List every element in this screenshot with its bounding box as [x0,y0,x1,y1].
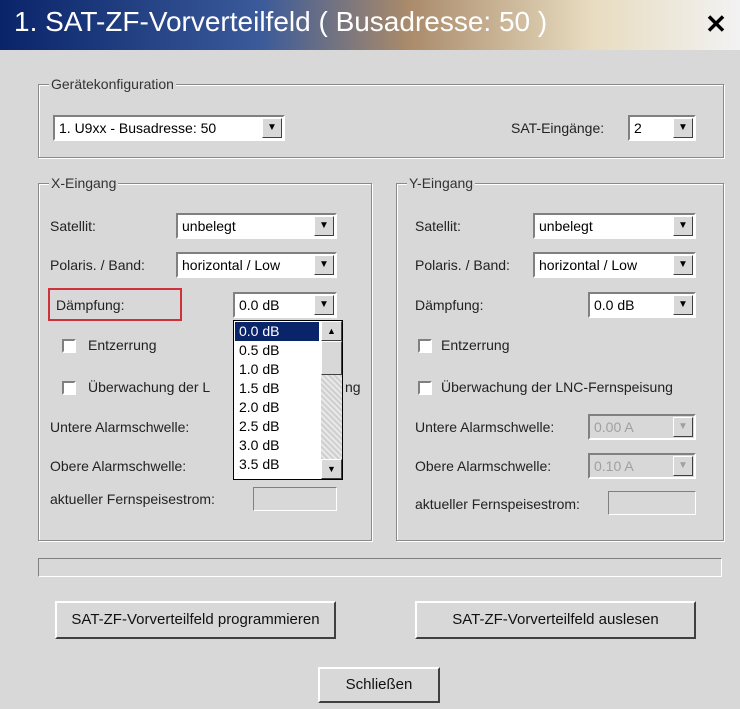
x-satellit-label: Satellit: [50,218,96,234]
y-obere-value: 0.10 A [594,458,634,474]
chevron-down-icon[interactable]: ▼ [673,255,693,275]
close-button[interactable]: Schließen [318,667,440,703]
y-polaris-label: Polaris. / Band: [415,257,510,273]
group-legend: Y-Eingang [407,175,476,191]
y-polaris-value: horizontal / Low [539,257,638,273]
y-untere-select[interactable]: 0.00 A ▼ [588,414,696,440]
x-strom-field [253,487,337,511]
close-icon[interactable]: ✕ [702,10,730,38]
device-select[interactable]: 1. U9xx - Busadresse: 50 ▼ [53,115,285,141]
y-strom-field [608,491,696,515]
y-strom-label: aktueller Fernspeisestrom: [415,496,580,512]
y-obere-label: Obere Alarmschwelle: [415,458,552,474]
sat-eingaenge-select[interactable]: 2 ▼ [628,115,696,141]
read-button[interactable]: SAT-ZF-Vorverteilfeld auslesen [415,601,696,639]
chevron-down-icon[interactable]: ▼ [673,216,693,236]
dropdown-option[interactable]: 1.0 dB [235,360,319,379]
dropdown-option[interactable]: 2.5 dB [235,417,319,436]
device-select-value: 1. U9xx - Busadresse: 50 [59,120,217,136]
progress-bar [38,558,722,577]
x-satellit-value: unbelegt [182,218,236,234]
chevron-down-icon[interactable]: ▼ [314,255,334,275]
scrollbar-thumb[interactable] [321,341,342,375]
chevron-down-icon[interactable]: ▼ [673,417,693,437]
scroll-up-icon[interactable]: ▲ [321,321,342,341]
sat-eingaenge-value: 2 [634,120,642,136]
chevron-down-icon[interactable]: ▼ [673,118,693,138]
dropdown-scrollbar[interactable]: ▲ ▼ [321,321,342,479]
sat-eingaenge-label: SAT-Eingänge: [511,120,605,136]
dropdown-option[interactable]: 3.0 dB [235,436,319,455]
group-legend: X-Eingang [49,175,119,191]
x-polaris-select[interactable]: horizontal / Low ▼ [176,252,337,278]
dropdown-option[interactable]: 3.5 dB [235,455,319,474]
y-ueberwachung-label: Überwachung der LNC-Fernspeisung [441,379,673,395]
x-entzerrung-checkbox[interactable] [62,339,76,353]
y-satellit-label: Satellit: [415,218,461,234]
x-polaris-label: Polaris. / Band: [50,257,145,273]
chevron-down-icon[interactable]: ▼ [314,295,334,315]
dropdown-option[interactable]: 0.5 dB [235,341,319,360]
y-daempfung-value: 0.0 dB [594,297,635,313]
x-strom-label: aktueller Fernspeisestrom: [50,491,215,507]
program-button[interactable]: SAT-ZF-Vorverteilfeld programmieren [55,601,336,639]
x-obere-label: Obere Alarmschwelle: [50,458,187,474]
window-title: 1. SAT-ZF-Vorverteilfeld ( Busadresse: 5… [14,6,548,37]
x-ueberwachung-label: Überwachung der L [88,379,211,395]
daempfung-dropdown-list[interactable]: 0.0 dB 0.5 dB 1.0 dB 1.5 dB 2.0 dB 2.5 d… [233,320,343,480]
x-satellit-select[interactable]: unbelegt ▼ [176,213,337,239]
y-untere-value: 0.00 A [594,419,634,435]
y-polaris-select[interactable]: horizontal / Low ▼ [533,252,696,278]
chevron-down-icon[interactable]: ▼ [262,118,282,138]
y-daempfung-select[interactable]: 0.0 dB ▼ [588,292,696,318]
group-legend: Gerätekonfiguration [49,76,176,92]
title-bar[interactable]: 1. SAT-ZF-Vorverteilfeld ( Busadresse: 5… [0,0,740,50]
x-untere-label: Untere Alarmschwelle: [50,419,190,435]
y-untere-label: Untere Alarmschwelle: [415,419,555,435]
x-entzerrung-label: Entzerrung [88,337,157,353]
x-polaris-value: horizontal / Low [182,257,281,273]
chevron-down-icon[interactable]: ▼ [314,216,334,236]
chevron-down-icon[interactable]: ▼ [673,295,693,315]
x-daempfung-select[interactable]: 0.0 dB ▼ [233,292,337,318]
y-daempfung-label: Dämpfung: [415,297,484,313]
dropdown-option[interactable]: 1.5 dB [235,379,319,398]
y-satellit-value: unbelegt [539,218,593,234]
x-ueberwachung-checkbox[interactable] [62,381,76,395]
y-obere-select[interactable]: 0.10 A ▼ [588,453,696,479]
dropdown-option[interactable]: 2.0 dB [235,398,319,417]
y-entzerrung-checkbox[interactable] [418,339,432,353]
chevron-down-icon[interactable]: ▼ [673,456,693,476]
y-entzerrung-label: Entzerrung [441,337,510,353]
dropdown-option[interactable]: 0.0 dB [235,322,319,341]
y-ueberwachung-checkbox[interactable] [418,381,432,395]
x-daempfung-label: Dämpfung: [56,297,125,313]
x-ueberwachung-label-tail: ng [345,379,361,395]
x-daempfung-value: 0.0 dB [239,297,280,313]
dialog-window: 1. SAT-ZF-Vorverteilfeld ( Busadresse: 5… [0,0,740,709]
y-satellit-select[interactable]: unbelegt ▼ [533,213,696,239]
scroll-down-icon[interactable]: ▼ [321,459,342,479]
